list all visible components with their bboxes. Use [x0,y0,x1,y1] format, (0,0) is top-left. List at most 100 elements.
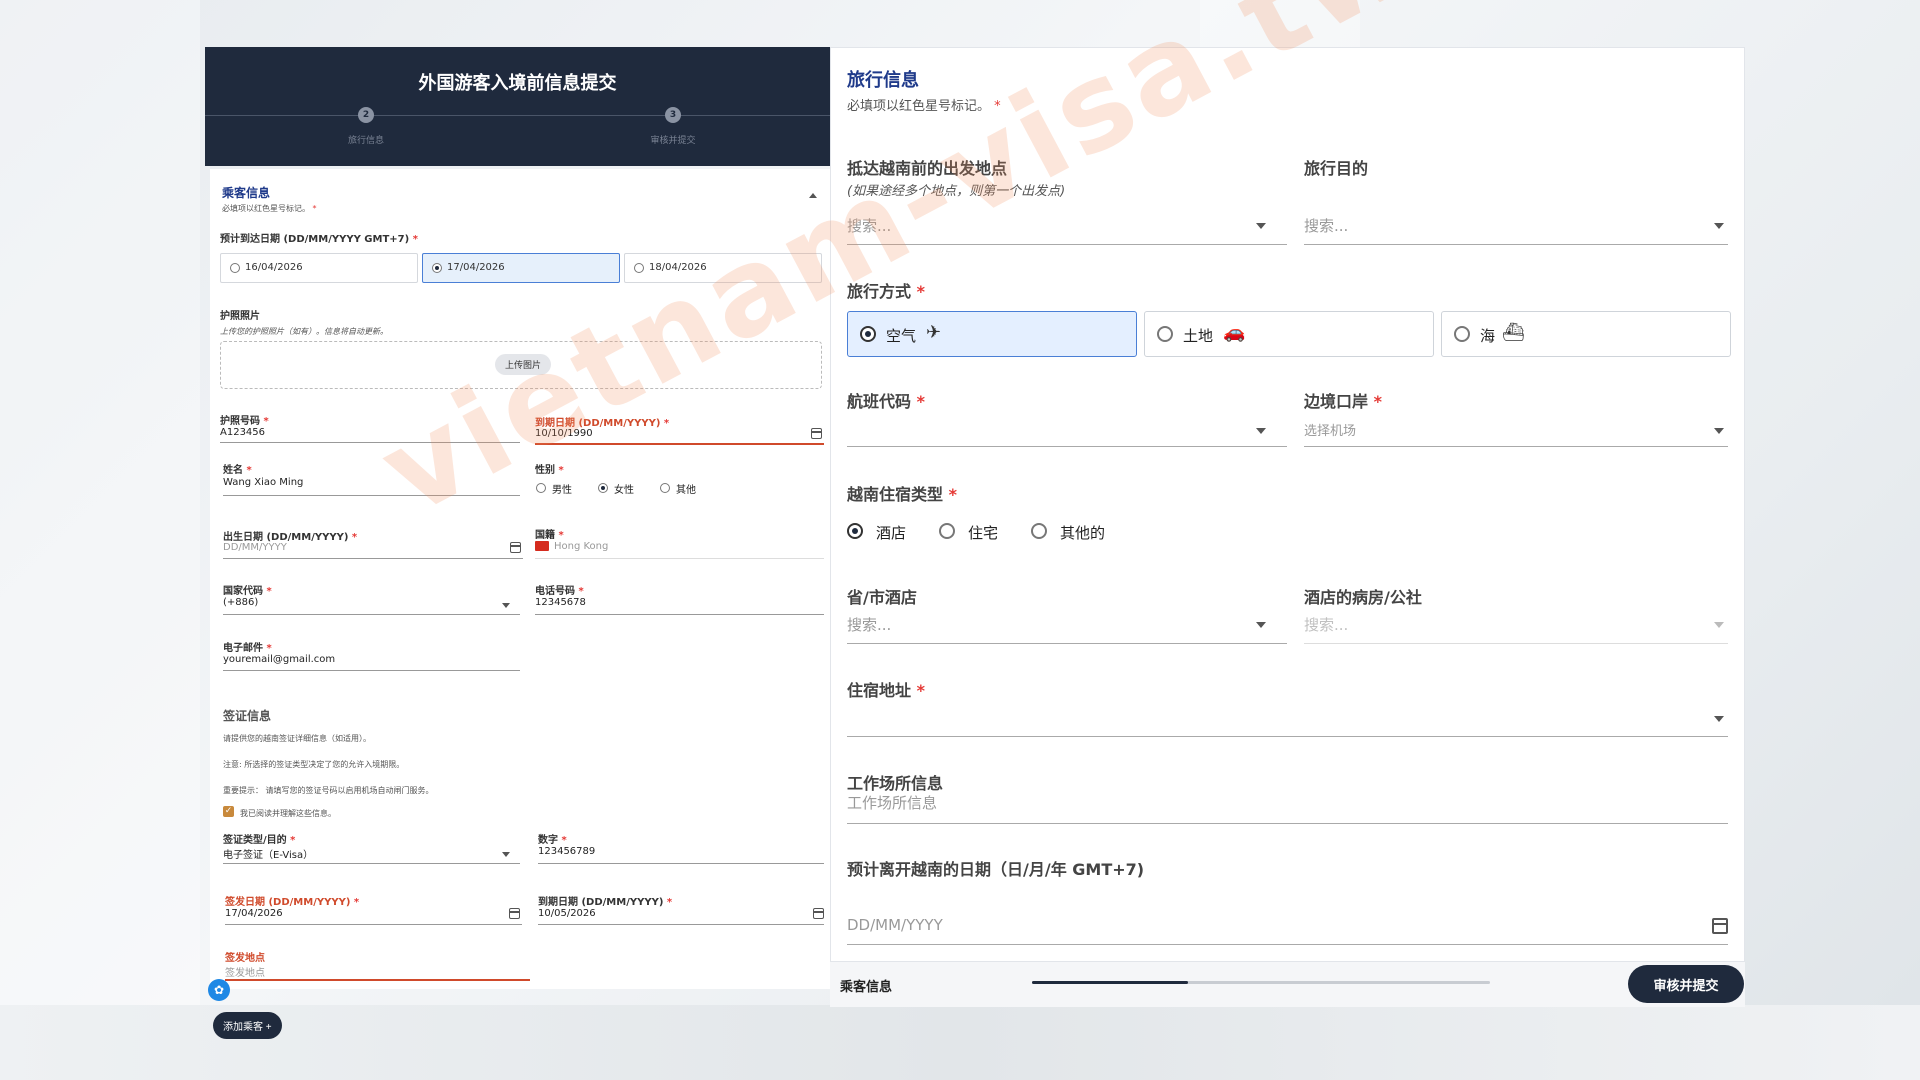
border-gate-label: 边境口岸 * [1304,392,1382,411]
country-code-label: 国家代码 * [223,586,272,597]
mode-option-land[interactable]: 土地 🚗 [1144,311,1434,357]
border-gate-underline [1304,446,1728,447]
phone-underline [535,614,824,615]
visa-type-label: 签证类型/目的 * [223,835,296,846]
mode-sea-label: 海 [1480,327,1496,345]
province-label: 省/市酒店 [847,588,917,607]
car-icon: 🚗 [1223,322,1246,343]
dob-input[interactable]: DD/MM/YYYY [223,542,287,553]
calendar-icon[interactable] [1712,918,1728,934]
gender-female-label: 女性 [614,485,634,496]
mode-air-label: 空气 [886,327,917,345]
chevron-down-icon[interactable] [1256,223,1266,229]
visa-expiry-input[interactable]: 10/05/2026 [538,908,596,919]
visa-section-title: 签证信息 [223,709,272,723]
calendar-icon[interactable] [510,542,521,553]
step-3-label: 审核并提交 [650,136,696,146]
add-passenger-button[interactable]: 添加乘客 + [213,1012,282,1039]
review-submit-button[interactable]: 审核并提交 [1628,965,1744,1003]
chevron-down-icon[interactable] [502,603,510,608]
calendar-icon[interactable] [509,908,520,919]
form-title: 外国游客入境前信息提交 [418,73,617,94]
step-2-label: 旅行信息 [347,136,384,146]
flight-code-underline[interactable] [847,446,1287,447]
mode-option-air[interactable]: 空气 ✈ [847,311,1137,357]
chevron-down-icon[interactable] [1256,622,1266,628]
arrival-radio-2[interactable] [432,263,442,273]
calendar-icon[interactable] [811,428,822,439]
ship-icon: ⛴ [1502,322,1525,343]
address-label: 住宿地址 * [847,681,925,700]
visa-number-input[interactable]: 123456789 [538,846,595,857]
arrival-option-1[interactable]: 16/04/2026 [220,253,418,283]
visa-expiry-underline [538,924,824,925]
step-3-dot[interactable]: 3 [665,107,681,123]
departure-date-label: 预计离开越南的日期（日/月/年 GMT+7) [847,860,1145,879]
mode-radio-sea[interactable] [1454,326,1470,342]
travel-section-title: 旅行信息 [847,70,919,91]
arrival-option-2[interactable]: 17/04/2026 [422,253,620,283]
arrival-date-label: 预计到达日期 (DD/MM/YYYY GMT+7) * [220,234,418,245]
hong-kong-flag-icon [535,541,549,551]
current-step-label: 乘客信息 [840,980,893,995]
chevron-down-icon[interactable] [502,852,510,857]
arrival-radio-1[interactable] [230,263,240,273]
workplace-input[interactable]: 工作场所信息 [847,792,937,813]
chevron-down-icon[interactable] [1256,428,1266,434]
nationality-input[interactable]: Hong Kong [554,541,608,552]
gender-other-label: 其他 [676,485,696,496]
step-2-dot[interactable]: 2 [358,107,374,123]
flight-code-label: 航班代码 * [847,392,925,411]
visa-type-underline [223,863,520,864]
visa-number-underline [538,863,824,864]
chevron-down-icon[interactable] [1714,716,1724,722]
name-input[interactable]: Wang Xiao Ming [223,477,303,488]
accom-residence-label: 住宅 [968,524,999,542]
province-underline [847,643,1287,644]
province-search[interactable]: 搜索... [847,614,891,635]
ack-checkbox[interactable]: ✓ [223,806,234,817]
country-code-select[interactable]: (+886) [223,597,258,608]
passenger-section-title: 乘客信息 [222,186,271,200]
passport-photo-hint: 上传您的护照照片（如有）。信息将自动更新。 [220,327,388,336]
gender-radio-other[interactable] [660,483,670,493]
visa-type-select[interactable]: 电子签证（E-Visa） [223,846,313,861]
dob-underline [223,558,523,559]
issue-date-input[interactable]: 17/04/2026 [225,908,283,919]
address-underline[interactable] [847,736,1728,737]
email-label: 电子邮件 * [223,643,272,654]
email-input[interactable]: youremail@gmail.com [223,654,335,665]
chevron-down-icon[interactable] [1714,428,1724,434]
issue-place-input[interactable]: 签发地点 [225,964,265,979]
gender-radio-male[interactable] [536,483,546,493]
border-gate-select[interactable]: 选择机场 [1304,420,1356,439]
accom-radio-residence[interactable] [939,523,955,539]
accom-hotel-label: 酒店 [876,524,907,542]
gender-radio-female[interactable] [598,483,608,493]
chevron-down-icon[interactable] [1714,223,1724,229]
passport-number-input[interactable]: A123456 [220,427,265,438]
mode-option-sea[interactable]: 海 ⛴ [1441,311,1731,357]
calendar-icon[interactable] [813,908,824,919]
issue-place-underline [225,979,530,981]
ack-label: 我已阅读并理解这些信息。 [240,809,336,818]
issue-date-underline [225,924,522,925]
ward-search[interactable]: 搜索... [1304,614,1348,635]
visa-note-2: 注意: 所选择的签证类型决定了您的允许入境期限。 [223,760,405,769]
accom-radio-hotel[interactable] [847,523,863,539]
mode-radio-land[interactable] [1157,326,1173,342]
phone-label: 电话号码 * [535,586,584,597]
accom-radio-other[interactable] [1031,523,1047,539]
departure-date-input[interactable]: DD/MM/YYYY [847,916,943,934]
chevron-down-icon[interactable] [1714,622,1724,628]
purpose-search[interactable]: 搜索... [1304,215,1348,236]
mode-radio-air[interactable] [860,326,876,342]
dob-label: 出生日期 (DD/MM/YYYY) * [223,532,358,543]
chat-bubble-icon[interactable]: ✿ [208,979,230,1001]
nationality-label: 国籍 * [535,530,564,541]
passport-number-label: 护照号码 * [220,416,269,427]
phone-input[interactable]: 12345678 [535,597,586,608]
passport-photo-label: 护照照片 [220,311,260,322]
progress-fill [1032,981,1188,984]
country-code-underline [223,614,520,615]
